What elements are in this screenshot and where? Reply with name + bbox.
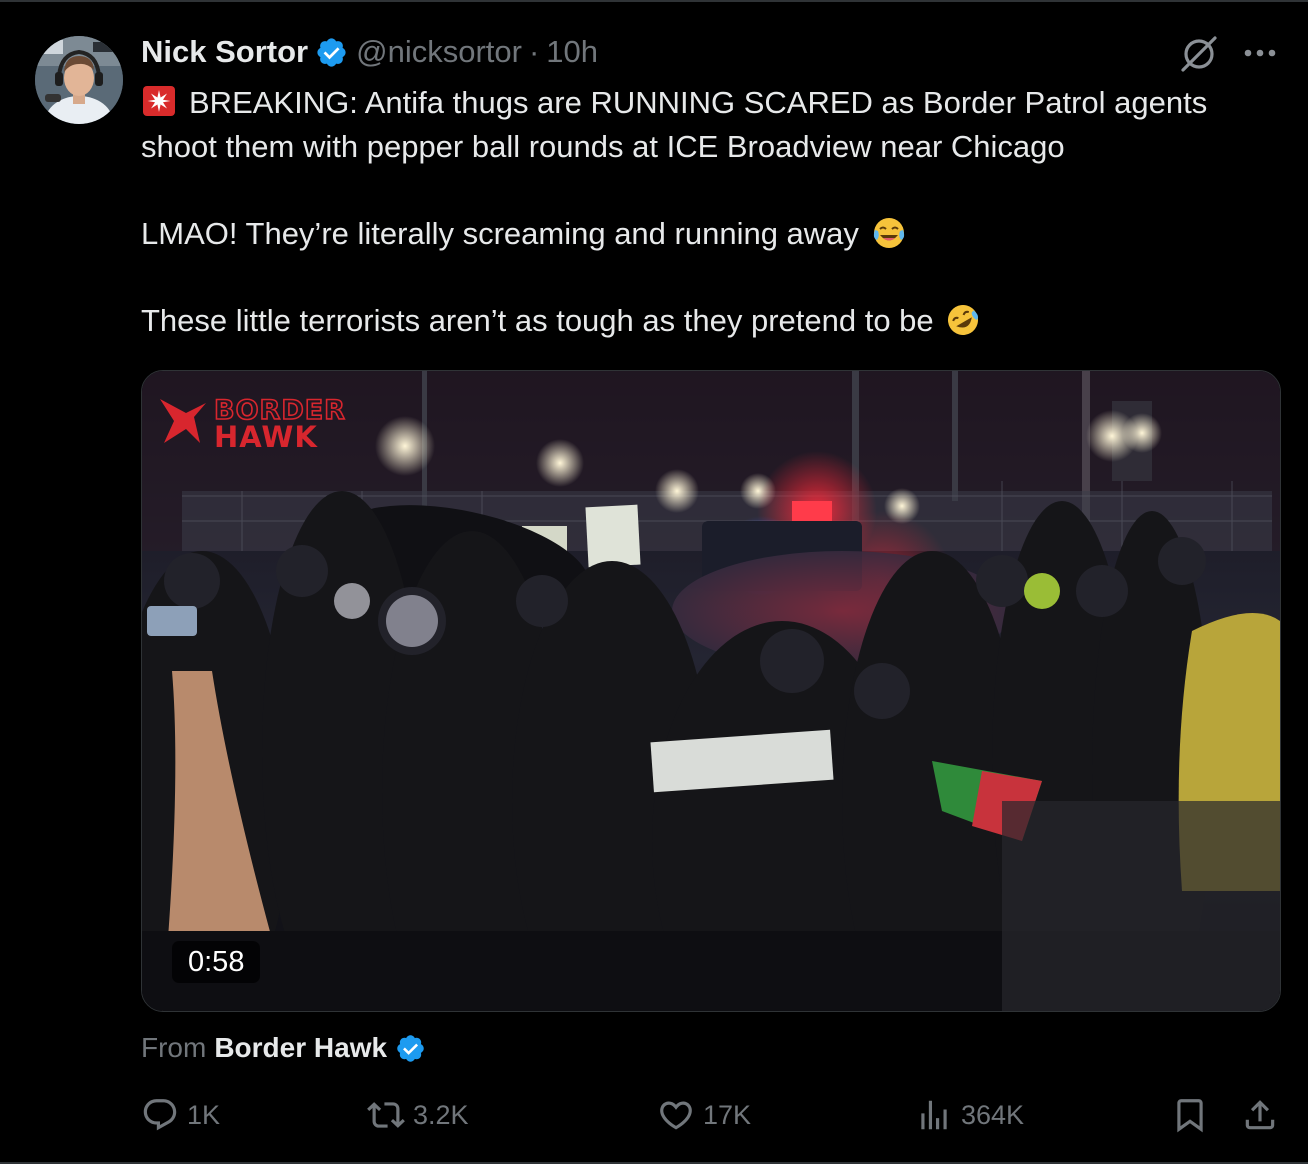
tweet-text-line-1-text: BREAKING: Antifa thugs are RUNNING SCARE… — [141, 85, 1208, 164]
views-button[interactable]: 364K — [915, 1090, 1024, 1140]
top-divider — [0, 0, 1308, 2]
like-count: 17K — [703, 1099, 752, 1130]
views-chart-icon — [921, 1100, 947, 1130]
video-player[interactable]: BORDER HAWK 0:58 — [141, 370, 1281, 1012]
verified-badge-icon[interactable] — [315, 36, 348, 69]
repost-icon — [367, 1102, 405, 1128]
bookmark-button[interactable] — [1171, 1090, 1209, 1140]
share-icon — [1245, 1100, 1275, 1130]
avatar-image — [35, 36, 123, 124]
reply-count: 1K — [187, 1099, 221, 1130]
tweet-header: Nick Sortor @nicksortor · 10h — [141, 30, 598, 74]
rotating-light-icon — [141, 84, 177, 118]
action-bar: 1K 3.2K 17K 364K — [141, 1090, 1281, 1140]
views-count: 364K — [961, 1099, 1025, 1130]
media-source-label: From — [141, 1032, 207, 1063]
reply-icon — [143, 1099, 177, 1131]
bookmark-icon — [1177, 1099, 1203, 1133]
tweet-text-line-3-text: These little terrorists aren’t as tough … — [141, 302, 934, 338]
face-with-tears-of-joy-icon — [872, 216, 906, 250]
source-verified-badge-icon — [395, 1033, 426, 1064]
tweet-text-line-3: These little terrorists aren’t as tough … — [141, 299, 1291, 343]
svg-text:HAWK: HAWK — [214, 420, 318, 451]
rolling-on-floor-laughing-icon — [946, 303, 980, 337]
repost-button[interactable]: 3.2K — [367, 1090, 469, 1140]
post-time[interactable]: 10h — [546, 34, 598, 70]
separator-dot: · — [528, 34, 540, 69]
tweet-text-line-2: LMAO! They’re literally screaming and ru… — [141, 212, 1291, 256]
like-button[interactable]: 17K — [657, 1090, 751, 1140]
share-button[interactable] — [1241, 1090, 1279, 1140]
media-source-attribution: From Border Hawk — [141, 1028, 426, 1068]
media-source-name[interactable]: Border Hawk — [214, 1032, 387, 1064]
video-thumbnail — [142, 371, 1280, 1011]
author-handle[interactable]: @nicksortor — [356, 34, 522, 70]
tweet-text-line-1: BREAKING: Antifa thugs are RUNNING SCARE… — [141, 81, 1291, 168]
video-duration-badge: 0:58 — [172, 941, 261, 983]
author-avatar[interactable] — [35, 36, 123, 124]
more-options-icon[interactable] — [1240, 36, 1280, 70]
grok-icon[interactable] — [1179, 34, 1219, 74]
border-hawk-watermark-logo: BORDER HAWK — [160, 394, 346, 451]
reply-button[interactable]: 1K — [141, 1090, 220, 1140]
heart-icon — [660, 1101, 692, 1130]
author-name[interactable]: Nick Sortor — [141, 34, 308, 70]
tweet-text-line-2-text: LMAO! They’re literally screaming and ru… — [141, 215, 859, 251]
repost-count: 3.2K — [413, 1099, 469, 1130]
tweet-text: BREAKING: Antifa thugs are RUNNING SCARE… — [141, 81, 1291, 342]
